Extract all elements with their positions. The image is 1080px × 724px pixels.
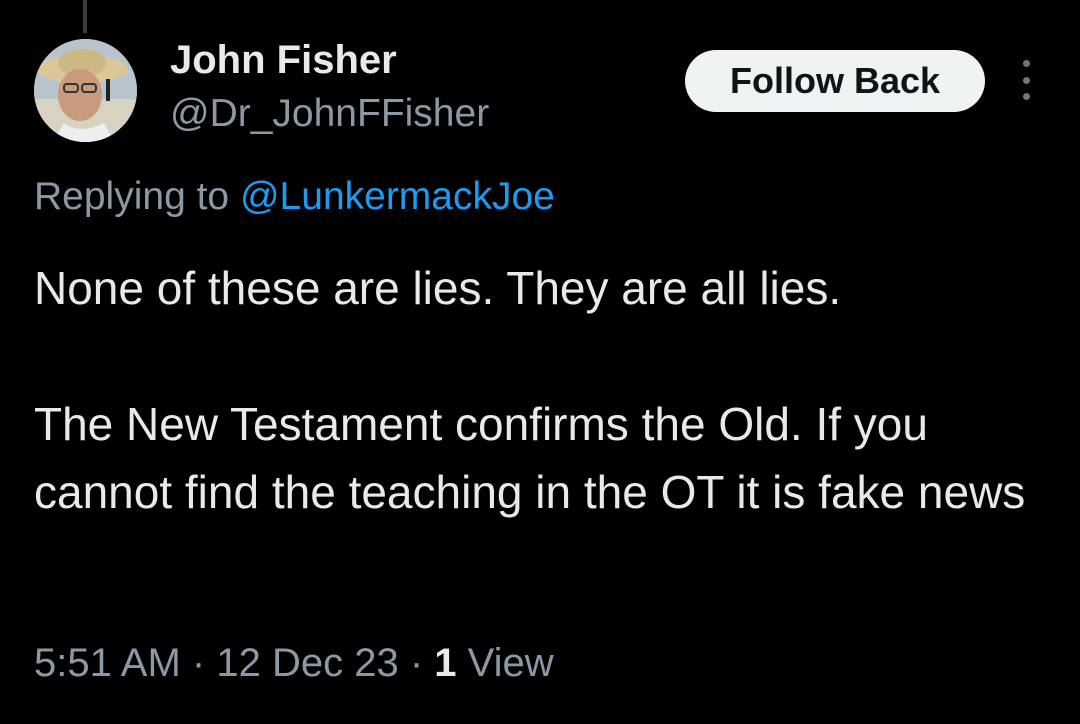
tweet-metadata: 5:51 AM · 12 Dec 23 · 1 View — [34, 641, 554, 686]
more-dot — [1022, 93, 1030, 100]
replying-to-label: Replying to — [34, 175, 230, 218]
user-handle[interactable]: @Dr_JohnFFisher — [170, 92, 489, 136]
display-name[interactable]: John Fisher — [170, 38, 397, 83]
more-options-icon[interactable] — [1008, 60, 1044, 100]
reply-mention-link[interactable]: @LunkermackJoe — [240, 175, 555, 218]
tweet-paragraph: The New Testament confirms the Old. If y… — [34, 398, 1026, 518]
tweet-time[interactable]: 5:51 AM — [34, 641, 181, 685]
more-dot — [1022, 76, 1030, 84]
more-dot — [1022, 60, 1030, 67]
replying-to-line: Replying to @LunkermackJoe — [34, 175, 555, 219]
thread-connector-line — [83, 0, 87, 33]
views-label[interactable]: View — [468, 641, 554, 685]
meta-separator: · — [409, 641, 424, 685]
follow-back-button[interactable]: Follow Back — [685, 50, 985, 112]
tweet-paragraph: None of these are lies. They are all lie… — [34, 262, 842, 314]
avatar-image — [34, 39, 137, 142]
meta-separator: · — [191, 641, 206, 685]
avatar[interactable] — [34, 39, 137, 142]
views-count[interactable]: 1 — [434, 641, 456, 685]
tweet-date[interactable]: 12 Dec 23 — [216, 641, 398, 685]
tweet-body: None of these are lies. They are all lie… — [34, 254, 1044, 526]
